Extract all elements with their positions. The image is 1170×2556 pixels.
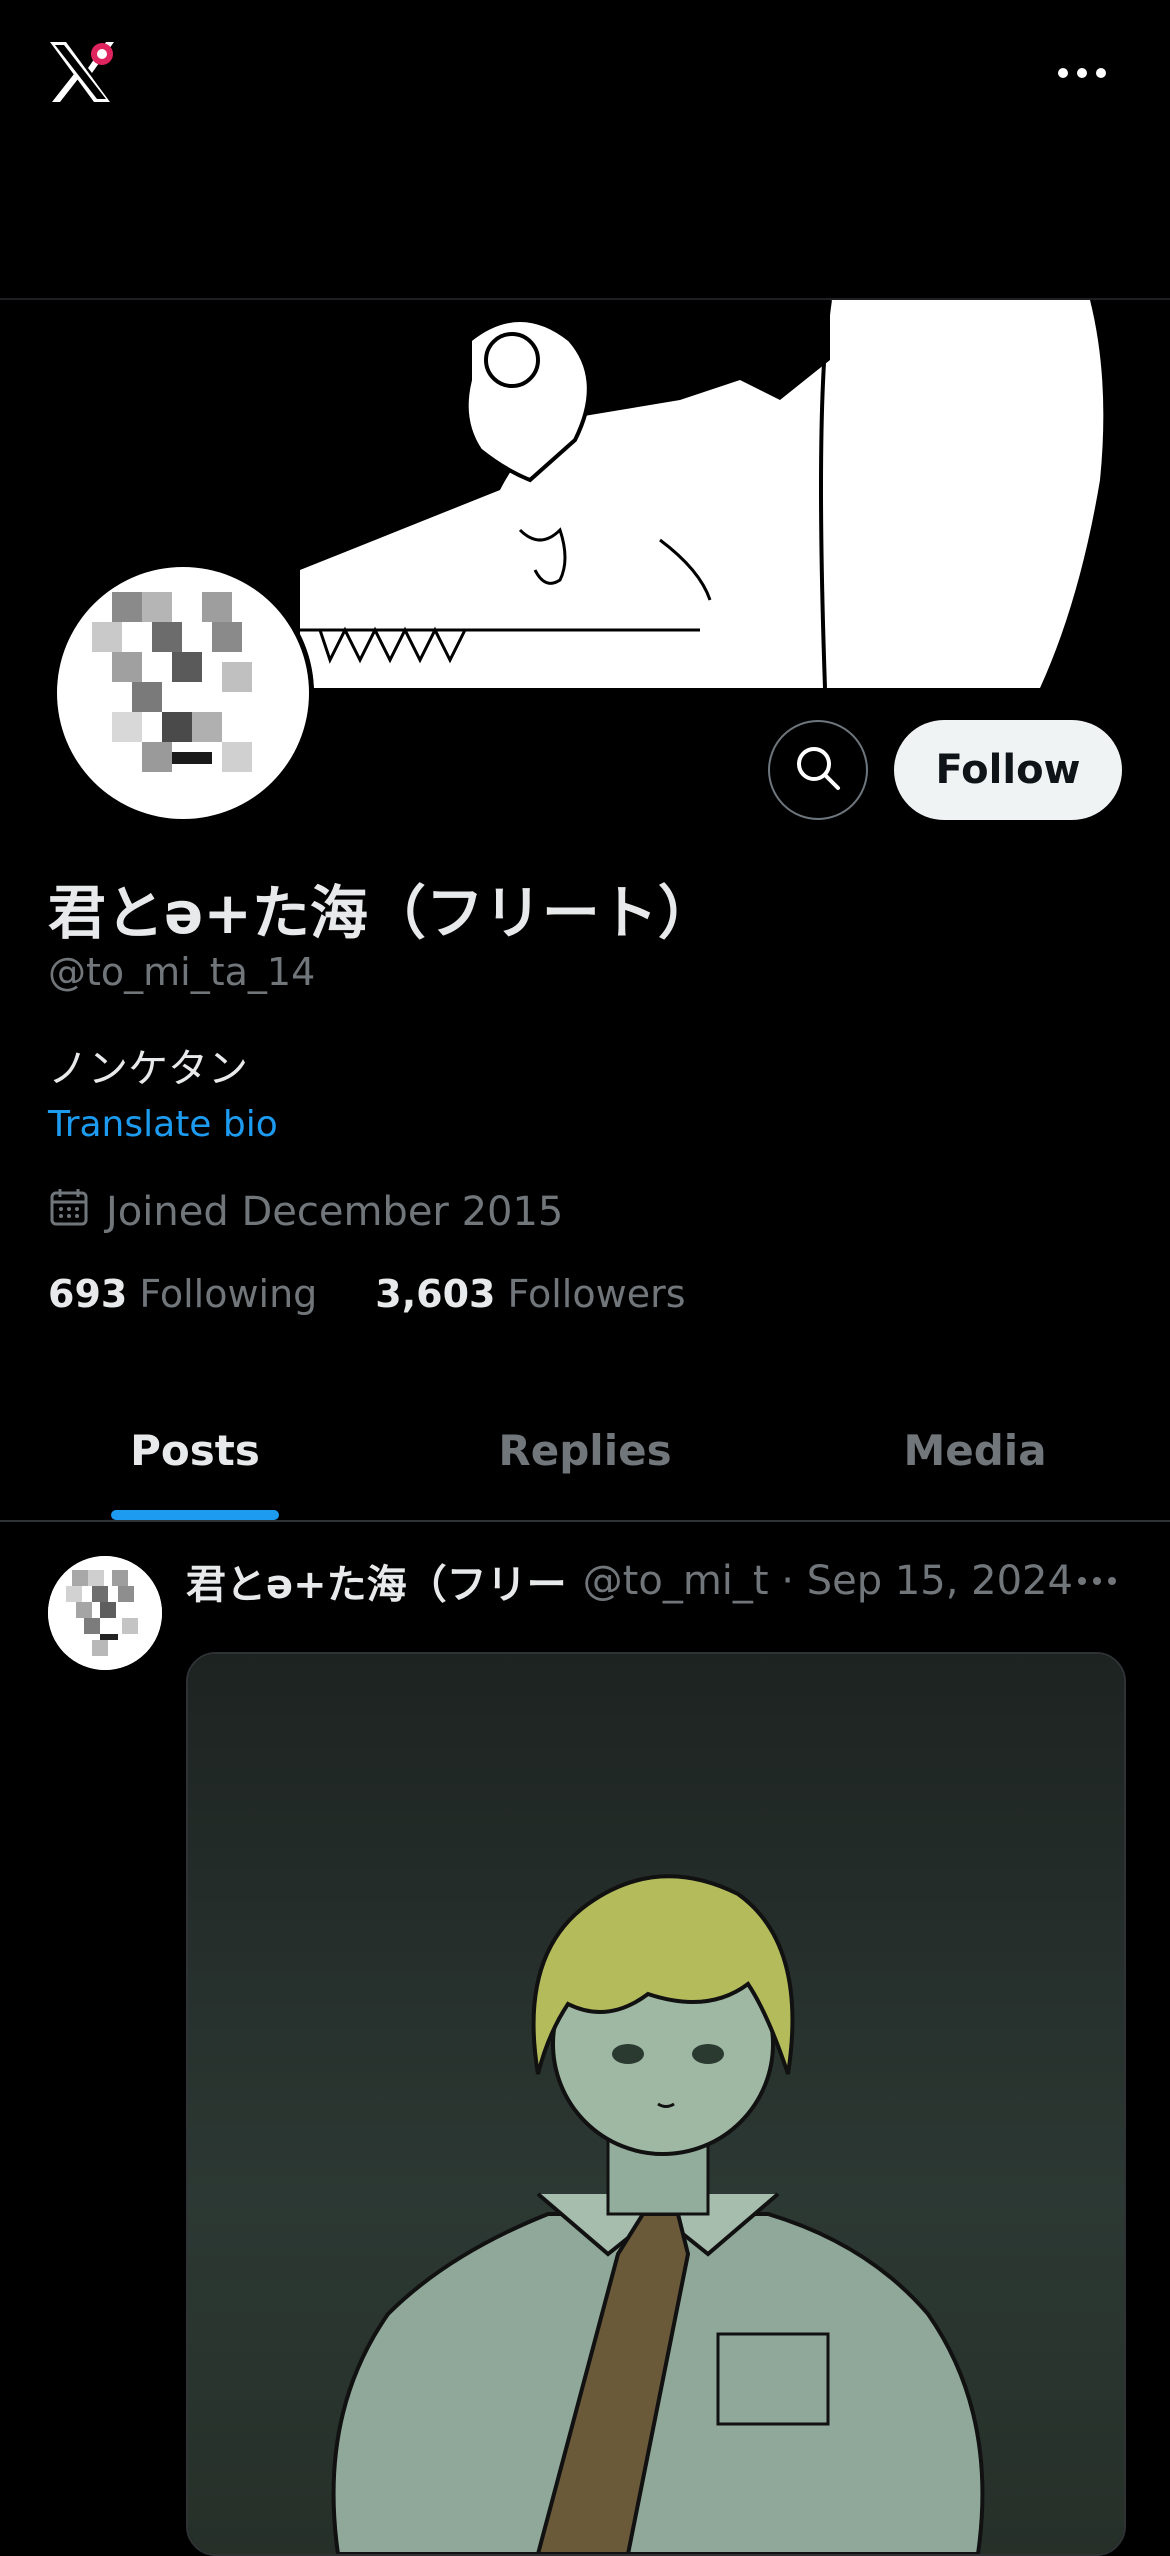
translate-bio-link[interactable]: Translate bio (48, 1104, 278, 1145)
tab-media[interactable]: Media (780, 1380, 1170, 1520)
post-meta: @to_mi_t · Sep 15, 2024 (582, 1558, 1073, 1604)
post-more-icon[interactable] (1073, 1561, 1122, 1601)
joined-text: Joined December 2015 (106, 1189, 564, 1235)
followers-count: 3,603 (375, 1272, 496, 1316)
post-item[interactable]: 君とə+た海（フリー @to_mi_t · Sep 15, 2024 (0, 1522, 1170, 2556)
search-icon (793, 743, 843, 797)
joined-date: Joined December 2015 (48, 1186, 563, 1238)
profile-handle: @to_mi_ta_14 (48, 950, 316, 994)
profile-tabs: Posts Replies Media (0, 1380, 1170, 1522)
following-count: 693 (48, 1272, 128, 1316)
post-image[interactable] (186, 1652, 1126, 2556)
follow-button[interactable]: Follow (894, 720, 1122, 820)
search-profile-button[interactable] (768, 720, 868, 820)
following-stat[interactable]: 693 Following (48, 1272, 317, 1316)
tab-replies[interactable]: Replies (390, 1380, 780, 1520)
more-options-icon[interactable] (1050, 48, 1114, 98)
calendar-icon (48, 1186, 106, 1238)
post-header: 君とə+た海（フリー @to_mi_t · Sep 15, 2024 (186, 1552, 1122, 1610)
post-author-name[interactable]: 君とə+た海（フリー (186, 1552, 567, 1610)
followers-label: Followers (507, 1272, 686, 1316)
profile-display-name: 君とə+た海（フリート） (48, 879, 716, 947)
profile-bio: ノンケタン (48, 1046, 248, 1092)
x-logo-icon[interactable] (46, 40, 118, 104)
followers-stat[interactable]: 3,603 Followers (375, 1272, 685, 1316)
following-label: Following (139, 1272, 318, 1316)
profile-avatar[interactable] (52, 562, 314, 824)
tab-posts[interactable]: Posts (0, 1380, 390, 1520)
top-bar (0, 0, 1170, 300)
profile-stats: 693 Following 3,603 Followers (48, 1272, 686, 1316)
post-author-avatar[interactable] (48, 1556, 162, 1670)
